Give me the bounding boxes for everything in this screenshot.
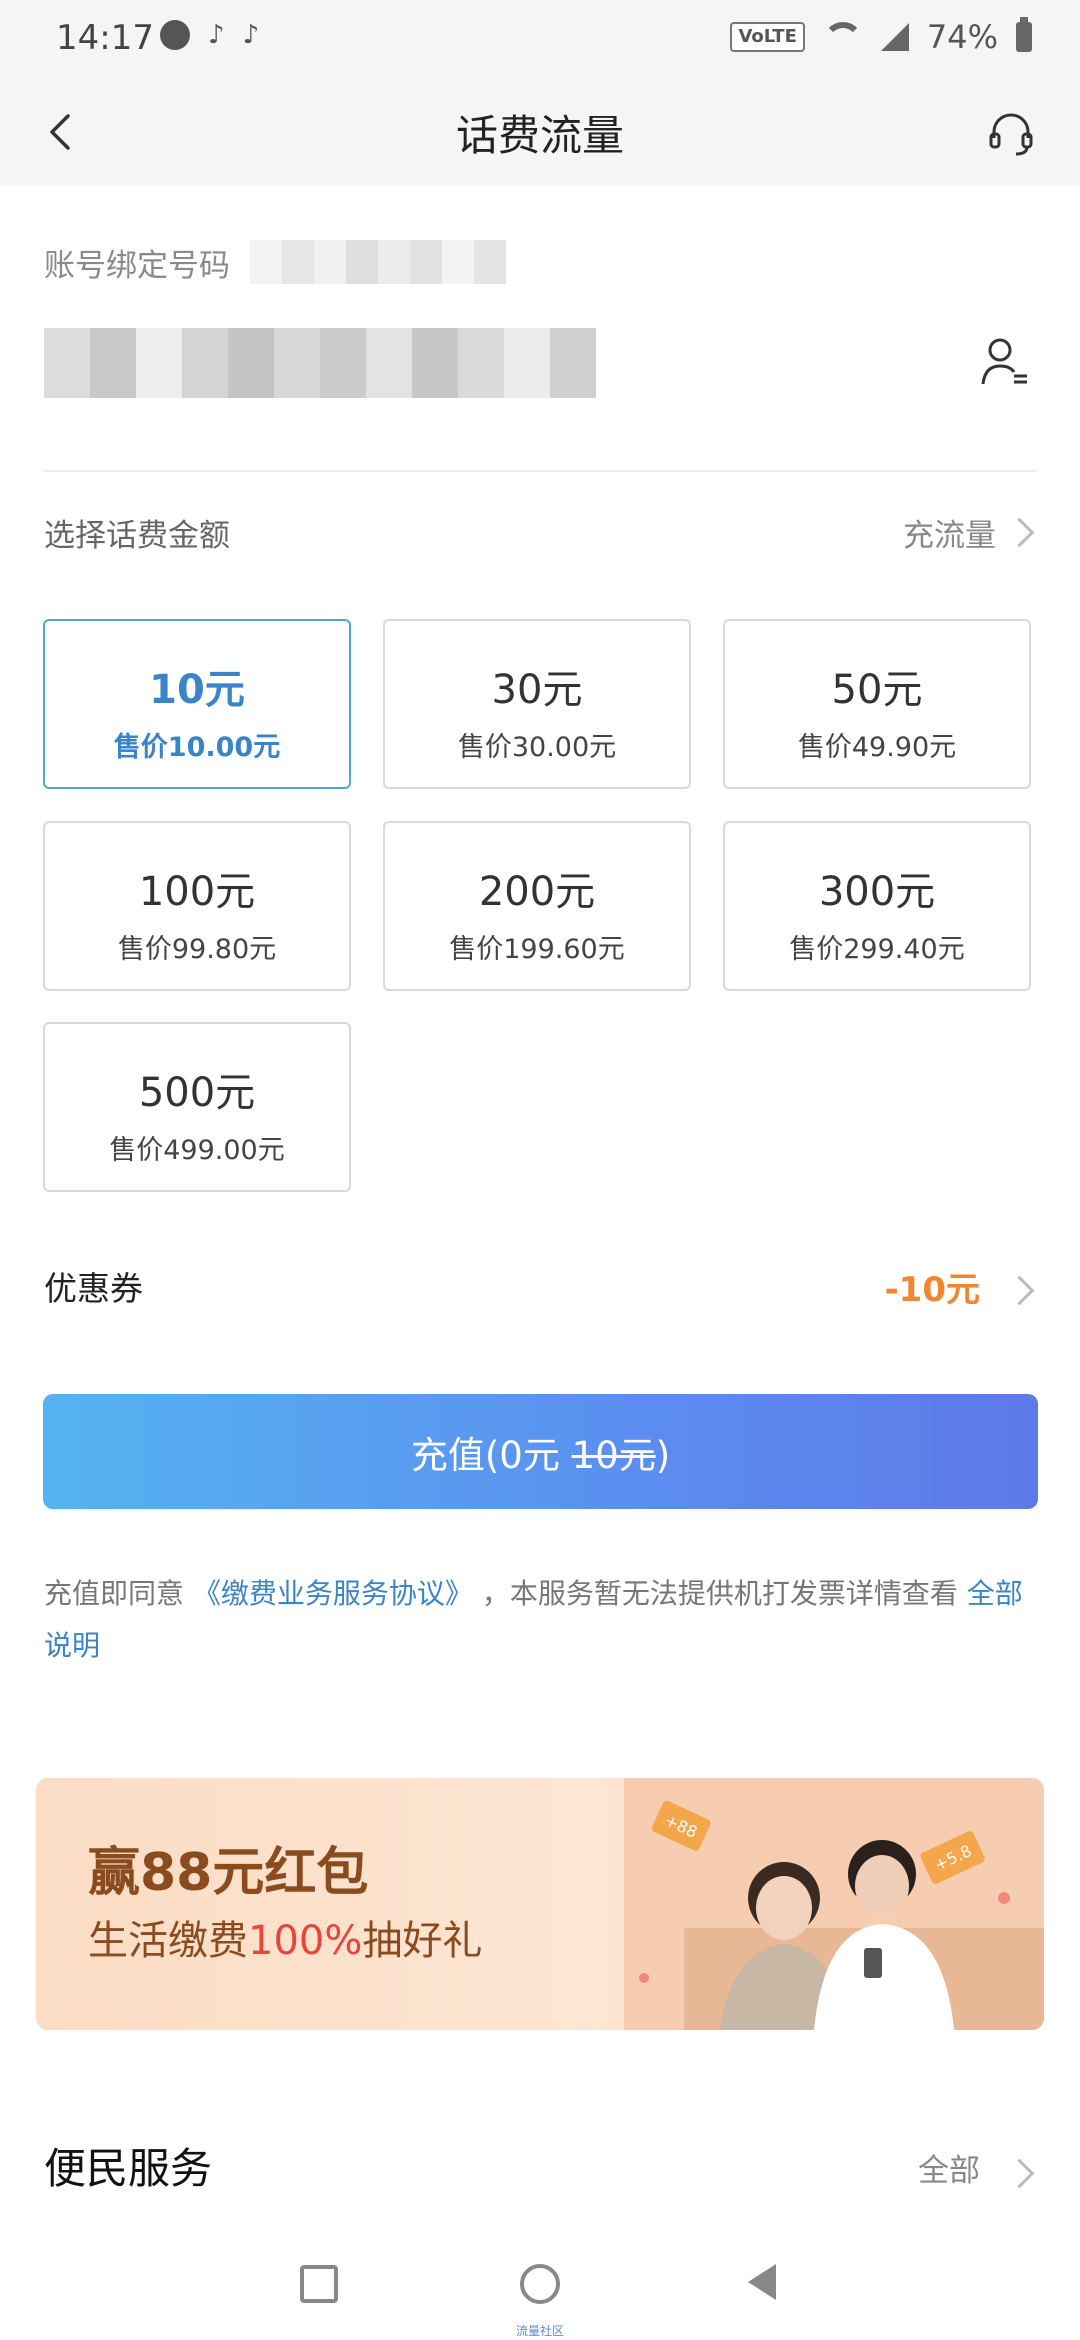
amount-value: 300元 [818,869,936,915]
blurred-phone-number [250,240,506,284]
amount-value: 50元 [831,667,923,713]
top-nav-bar: 话费流量 [0,80,1080,185]
chevron-right-icon [1004,517,1035,548]
status-bar: 14:17 ♪ ♪ VoLTE 74% [0,0,1080,80]
select-amount-row: 选择话费金额 充流量 [44,510,1036,560]
amount-option-200[interactable]: 200元 售价199.60元 [383,821,691,991]
customer-service-headset-icon[interactable] [986,108,1036,158]
battery-percent: 74% [926,18,998,56]
amount-option-100[interactable]: 100元 售价99.80元 [43,821,351,991]
amount-price: 售价299.40元 [789,934,965,965]
promo-banner[interactable]: 赢88元红包 生活缴费100%抽好礼 +88 +5.8 [36,1778,1044,2030]
amount-price: 售价499.00元 [109,1135,285,1166]
agreement-prefix: 充值即同意 [44,1577,193,1610]
volte-badge: VoLTE [730,22,805,52]
recharge-label-prefix: 充值(0元 [410,1433,572,1477]
amount-option-300[interactable]: 300元 售价299.40元 [723,821,1031,991]
data-top-up-link[interactable]: 充流量 [903,510,996,555]
amount-option-30[interactable]: 30元 售价30.00元 [383,619,691,789]
notification-icons: ♪ ♪ [160,20,259,50]
banner-subtitle: 生活缴费100%抽好礼 [88,1918,483,1964]
tiktok-icon: ♪ [208,20,225,50]
status-time: 14:17 [56,18,154,58]
signal-icon [880,23,909,51]
recent-apps-icon[interactable] [300,2265,338,2303]
page-title: 话费流量 [455,111,624,160]
contacts-icon[interactable] [980,334,1030,390]
amount-value: 200元 [478,869,596,915]
amount-option-500[interactable]: 500元 售价499.00元 [43,1022,351,1192]
amount-value: 100元 [138,869,256,915]
amount-price: 售价49.90元 [797,732,957,763]
amount-value: 30元 [491,667,583,713]
tiktok-icon: ♪ [242,20,260,50]
back-icon[interactable] [748,2264,776,2300]
amount-price: 售价30.00元 [457,732,617,763]
amount-price: 售价10.00元 [113,732,281,763]
agreement-middle: ，本服务暂无法提供机打发票详情查看 [472,1577,967,1610]
amount-value: 500元 [138,1070,256,1116]
bottom-caption: 流量社区 [515,2324,564,2338]
services-all-link[interactable]: 全部 [918,2145,980,2190]
agreement-text: 充值即同意 《缴费业务服务协议》 ，本服务暂无法提供机打发票详情查看 全部说明 [44,1568,1036,1672]
system-navigation-bar: 流量社区 [0,2240,1080,2340]
recharge-button[interactable]: 充值(0元 10元) [43,1394,1038,1509]
banner-title: 赢88元红包 [88,1843,369,1903]
service-agreement-link[interactable]: 《缴费业务服务协议》 [193,1577,473,1610]
convenience-services-row: 便民服务 全部 [44,2135,1036,2205]
recharge-original-price: 10元 [571,1433,656,1477]
status-indicators: VoLTE 74% [730,17,1032,56]
coupon-row[interactable]: 优惠券 -10元 [44,1262,1036,1322]
coupon-label: 优惠券 [44,1269,143,1308]
blurred-account-number [44,328,596,398]
amount-price: 售价199.60元 [449,934,625,965]
coupon-discount-value: -10元 [884,1270,980,1310]
banner-couple-illustration: +88 +5.8 [624,1778,1044,2030]
amount-option-10[interactable]: 10元 售价10.00元 [43,619,351,789]
chevron-right-icon [1004,2158,1035,2189]
amount-option-50[interactable]: 50元 售价49.90元 [723,619,1031,789]
account-bound-number-label: 账号绑定号码 [44,248,230,284]
battery-icon [1016,17,1032,52]
message-notification-icon [160,20,190,50]
recharge-label-suffix: ) [655,1433,671,1477]
chevron-right-icon [1004,1275,1035,1306]
home-icon[interactable] [520,2264,560,2304]
amount-value: 10元 [149,667,245,713]
divider [44,470,1036,472]
wifi-icon [822,22,863,52]
amount-price: 售价99.80元 [117,934,277,965]
banner-highlight: 100% [248,1918,363,1964]
services-title: 便民服务 [44,2144,213,2193]
select-amount-label: 选择话费金额 [44,518,230,554]
